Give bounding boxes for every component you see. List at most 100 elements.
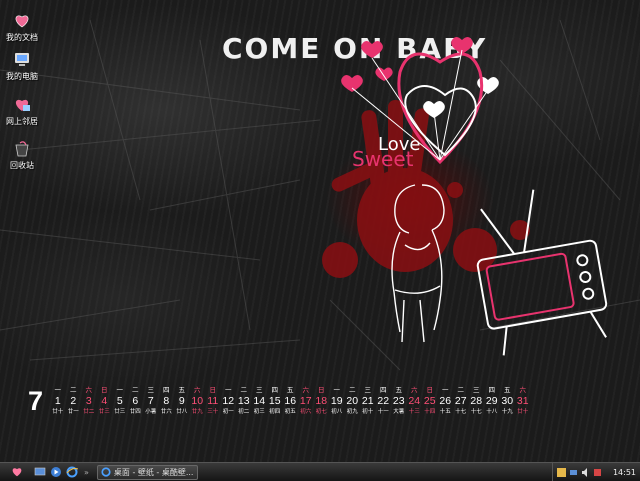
- calendar-lunar: 初九: [346, 409, 358, 415]
- desktop-icon-recycle-bin[interactable]: 回收站: [2, 140, 42, 171]
- calendar-day: 一 5 廿三: [112, 386, 128, 416]
- tray-network-icon[interactable]: [569, 468, 578, 477]
- calendar-day: 三 21 初十: [360, 386, 376, 416]
- calendar-lunar: 廿六: [160, 409, 172, 415]
- calendar-weekday: 二: [240, 386, 248, 394]
- desktop-icon-my-computer[interactable]: 我的电脑: [2, 51, 42, 82]
- computer-icon: [11, 51, 33, 69]
- chevron-right-icon[interactable]: »: [84, 466, 89, 478]
- calendar-month: 7: [28, 386, 44, 416]
- calendar-weekday: 三: [364, 386, 372, 394]
- calendar-day: 一 19 初八: [329, 386, 345, 416]
- media-player-button[interactable]: [50, 466, 62, 478]
- calendar-day: 六 10 廿九: [190, 386, 206, 416]
- calendar-date: 22: [377, 395, 390, 407]
- wallpaper-sweet-text: Sweet: [352, 147, 414, 171]
- calendar-lunar: 廿八: [176, 409, 188, 415]
- calendar-day: 三 28 十七: [469, 386, 485, 416]
- calendar-date: 3: [85, 395, 92, 407]
- calendar-day: 日 4 廿三: [97, 386, 113, 416]
- heart-folder-icon: [11, 12, 33, 30]
- calendar-lunar: 初七: [315, 409, 327, 415]
- calendar-date: 21: [361, 395, 374, 407]
- calendar-day: 五 9 廿八: [174, 386, 190, 416]
- calendar-lunar: 大暑: [393, 409, 405, 415]
- calendar-weekday: 六: [302, 386, 310, 394]
- ie-button[interactable]: [66, 466, 78, 478]
- calendar-day: 二 27 十七: [453, 386, 469, 416]
- calendar-day: 三 14 初三: [252, 386, 268, 416]
- calendar-weekday: 五: [287, 386, 294, 394]
- calendar-weekday: 三: [256, 386, 263, 394]
- network-icon: [11, 96, 33, 114]
- desktop-icon-my-documents[interactable]: 我的文档: [2, 12, 42, 43]
- calendar-lunar: 十七: [455, 409, 467, 415]
- tray-security-icon[interactable]: [593, 468, 602, 477]
- calendar-weekday: 二: [132, 386, 139, 394]
- calendar-weekday: 六: [85, 386, 93, 394]
- calendar-day: 日 11 三十: [205, 386, 221, 416]
- calendar-date: 9: [178, 395, 185, 407]
- calendar-lunar: 十七: [470, 409, 482, 415]
- calendar-weekday: 二: [457, 386, 465, 394]
- calendar-weekday: 四: [163, 386, 170, 394]
- show-desktop-button[interactable]: [34, 466, 46, 478]
- start-button[interactable]: [4, 466, 30, 478]
- calendar-day: 三 7 小暑: [143, 386, 159, 416]
- taskbar: » 桌面 - 壁纸 - 桌酷壁... 14:51: [0, 462, 640, 481]
- calendar-day: 六 17 初六: [298, 386, 314, 416]
- calendar-date: 30: [501, 395, 514, 407]
- calendar-date: 17: [299, 395, 312, 407]
- calendar-date: 13: [237, 395, 250, 407]
- tray-volume-icon[interactable]: [581, 467, 590, 477]
- calendar-weekday: 二: [70, 386, 77, 394]
- ie-icon: [101, 467, 111, 477]
- calendar-date: 10: [191, 395, 204, 407]
- calendar-date: 12: [222, 395, 235, 407]
- calendar-day: 一 12 初一: [221, 386, 237, 416]
- calendar-lunar: 十八: [486, 409, 498, 415]
- calendar-day: 六 31 廿十: [515, 386, 531, 416]
- calendar-date: 18: [315, 395, 328, 407]
- taskbar-task-label: 桌面 - 壁纸 - 桌酷壁...: [113, 467, 194, 477]
- ie-icon: [66, 466, 78, 478]
- calendar-weekday: 五: [178, 386, 186, 394]
- desktop-icon-network[interactable]: 网上邻居: [2, 96, 42, 127]
- calendar-weekday: 五: [504, 386, 511, 394]
- calendar-lunar: 廿一: [67, 409, 79, 415]
- calendar-weekday: 三: [147, 386, 155, 394]
- tray-ime-icon[interactable]: [556, 467, 566, 477]
- calendar-date: 24: [408, 395, 421, 407]
- calendar-date: 7: [147, 395, 154, 407]
- calendar-lunar: 初五: [284, 409, 296, 415]
- taskbar-clock[interactable]: 14:51: [613, 468, 636, 477]
- calendar-day: 日 18 初七: [314, 386, 330, 416]
- calendar-day: 四 8 廿六: [159, 386, 175, 416]
- calendar-date: 14: [253, 395, 266, 407]
- calendar-day: 四 29 十八: [484, 386, 500, 416]
- calendar-date: 20: [346, 395, 359, 407]
- calendar-day: 一 26 十五: [438, 386, 454, 416]
- calendar-weekday: 四: [380, 386, 387, 394]
- calendar-day: 四 15 初四: [267, 386, 283, 416]
- calendar-weekday: 一: [442, 386, 449, 394]
- calendar-date: 29: [485, 395, 498, 407]
- calendar-lunar: 初一: [222, 409, 234, 415]
- calendar-lunar: 廿十: [52, 409, 64, 415]
- calendar-date: 6: [132, 395, 139, 407]
- calendar-date: 23: [392, 395, 405, 407]
- calendar-day: 二 20 初九: [345, 386, 361, 416]
- calendar-lunar: 初十: [362, 409, 374, 415]
- calendar-weekday: 六: [519, 386, 527, 394]
- system-tray: 14:51: [551, 463, 640, 481]
- calendar-weekday: 一: [333, 386, 341, 394]
- calendar-weekday: 一: [54, 386, 62, 394]
- calendar-weekday: 四: [488, 386, 496, 394]
- calendar-weekday: 日: [209, 386, 217, 394]
- calendar-weekday: 日: [426, 386, 434, 394]
- calendar-date: 5: [116, 395, 123, 407]
- calendar-date: 15: [268, 395, 281, 407]
- calendar-date: 26: [439, 395, 452, 407]
- taskbar-task-button[interactable]: 桌面 - 壁纸 - 桌酷壁...: [96, 464, 198, 480]
- calendar-date: 1: [54, 395, 61, 407]
